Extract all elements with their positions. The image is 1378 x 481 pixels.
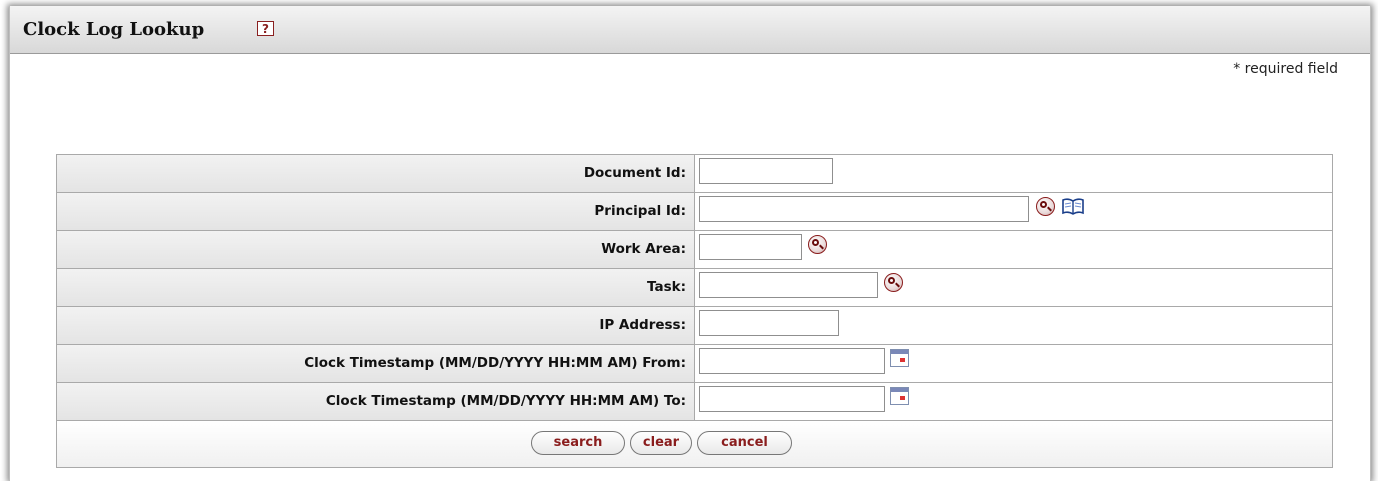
label-work-area: Work Area: [57, 231, 695, 268]
label-principal-id: Principal Id: [57, 193, 695, 230]
ip-address-input[interactable] [699, 310, 839, 336]
required-field-note: * required field [1233, 61, 1338, 77]
task-lookup-icon[interactable] [884, 273, 903, 292]
title-bar: Clock Log Lookup ? [10, 6, 1370, 54]
button-bar: search clear cancel [57, 421, 1332, 467]
search-button[interactable]: search [531, 431, 625, 455]
field-cell-document-id [695, 155, 1332, 192]
principal-id-lookup-icon[interactable] [1036, 197, 1055, 216]
principal-id-inquiry-book-icon[interactable] [1061, 197, 1085, 215]
row-clock-timestamp-from: Clock Timestamp (MM/DD/YYYY HH:MM AM) Fr… [57, 345, 1332, 383]
work-area-input[interactable] [699, 234, 802, 260]
row-document-id: Document Id: [57, 155, 1332, 193]
field-cell-clock-timestamp-from [695, 345, 1332, 382]
page-title: Clock Log Lookup [23, 19, 205, 40]
field-cell-ip-address [695, 307, 1332, 344]
label-ip-address: IP Address: [57, 307, 695, 344]
label-task: Task: [57, 269, 695, 306]
field-cell-task [695, 269, 1332, 306]
field-cell-principal-id [695, 193, 1332, 230]
clock-timestamp-to-input[interactable] [699, 386, 885, 412]
lookup-page: Clock Log Lookup ? * required field Docu… [9, 6, 1371, 481]
label-clock-timestamp-to: Clock Timestamp (MM/DD/YYYY HH:MM AM) To… [57, 383, 695, 420]
lookup-criteria-table: Document Id: Principal Id: Work Area: Ta… [56, 154, 1333, 468]
row-principal-id: Principal Id: [57, 193, 1332, 231]
clock-timestamp-from-input[interactable] [699, 348, 885, 374]
field-cell-clock-timestamp-to [695, 383, 1332, 420]
principal-id-input[interactable] [699, 196, 1029, 222]
task-input[interactable] [699, 272, 878, 298]
cancel-button[interactable]: cancel [697, 431, 792, 455]
row-ip-address: IP Address: [57, 307, 1332, 345]
clock-timestamp-from-calendar-icon[interactable] [890, 349, 909, 367]
label-clock-timestamp-from: Clock Timestamp (MM/DD/YYYY HH:MM AM) Fr… [57, 345, 695, 382]
work-area-lookup-icon[interactable] [808, 235, 827, 254]
field-cell-work-area [695, 231, 1332, 268]
help-icon[interactable]: ? [257, 21, 274, 36]
row-clock-timestamp-to: Clock Timestamp (MM/DD/YYYY HH:MM AM) To… [57, 383, 1332, 421]
clock-timestamp-to-calendar-icon[interactable] [890, 387, 909, 405]
row-work-area: Work Area: [57, 231, 1332, 269]
clear-button[interactable]: clear [630, 431, 692, 455]
row-task: Task: [57, 269, 1332, 307]
document-id-input[interactable] [699, 158, 833, 184]
label-document-id: Document Id: [57, 155, 695, 192]
